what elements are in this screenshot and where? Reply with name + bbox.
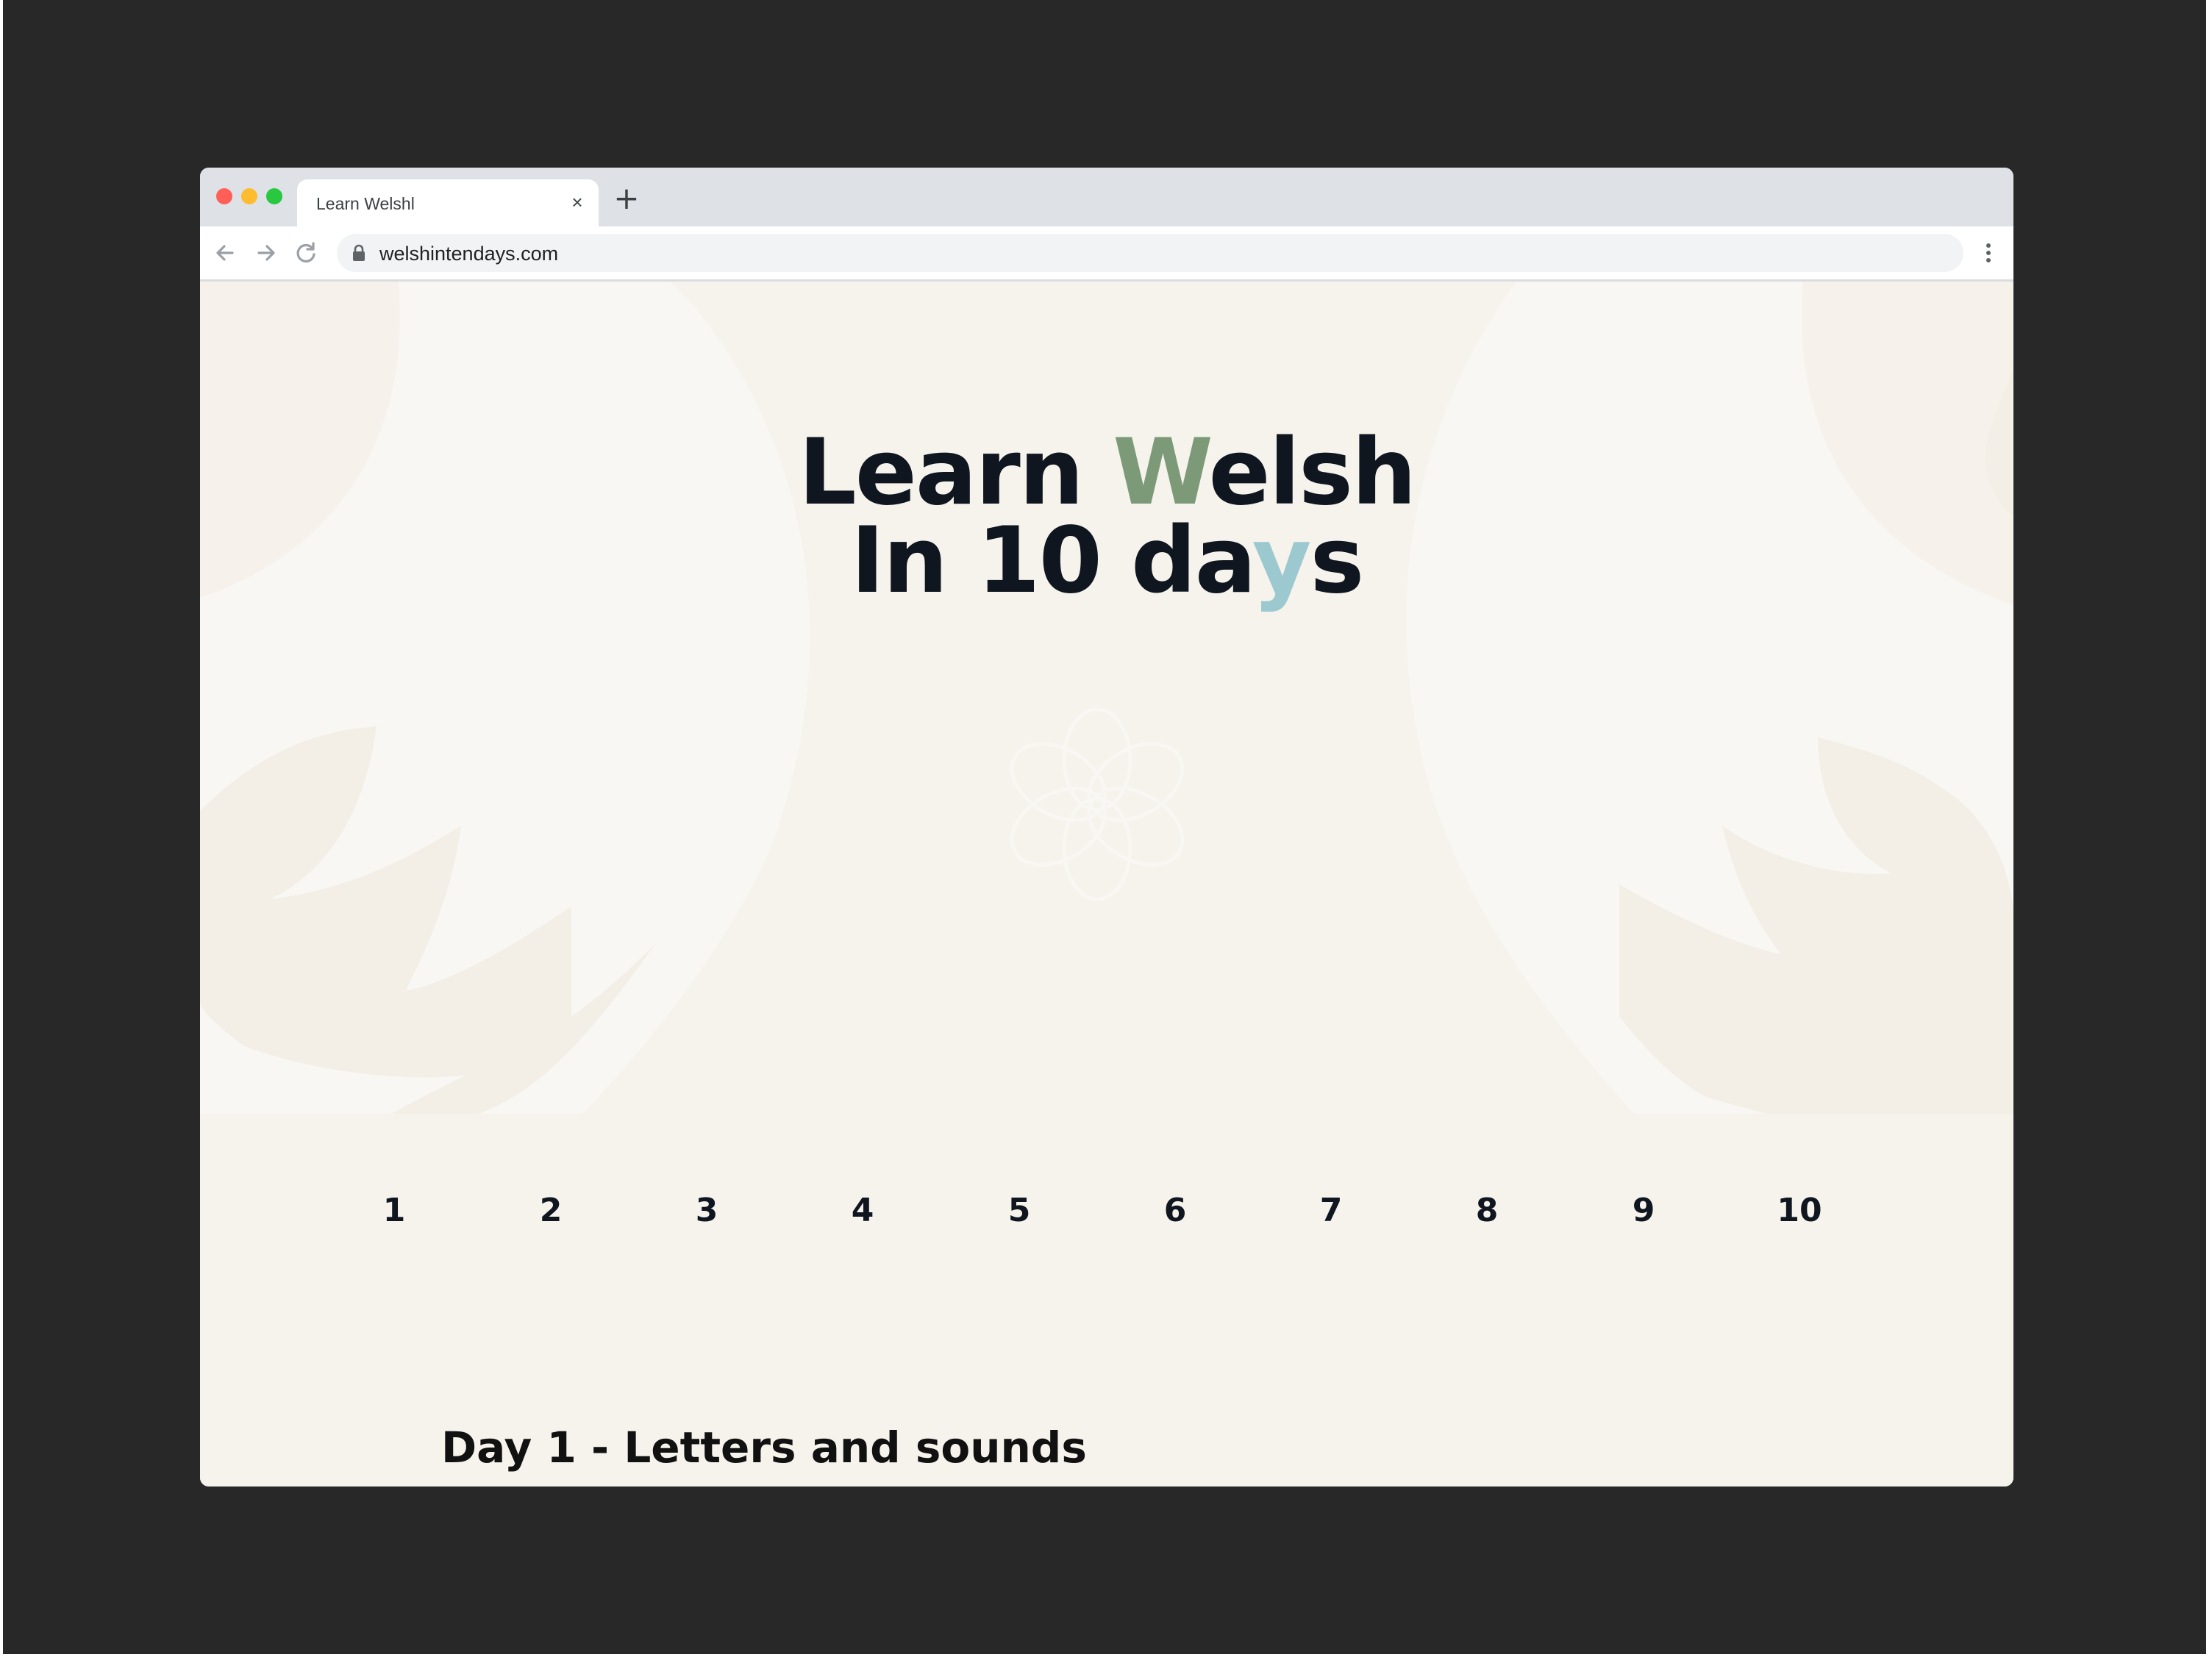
address-bar[interactable]: welshintendays.com bbox=[337, 234, 1963, 272]
tab-strip: Learn Welshl × + bbox=[200, 168, 2013, 226]
day-link-10[interactable]: 10 bbox=[1763, 1192, 1836, 1229]
day-navigation: 1 2 3 4 5 6 7 8 9 10 bbox=[200, 1192, 2013, 1251]
day-link-4[interactable]: 4 bbox=[826, 1192, 899, 1229]
back-arrow-icon[interactable] bbox=[210, 238, 240, 268]
day-link-5[interactable]: 5 bbox=[982, 1192, 1056, 1229]
lock-icon bbox=[352, 244, 366, 262]
new-tab-button[interactable]: + bbox=[612, 183, 641, 214]
flower-logo-icon bbox=[1010, 708, 1185, 901]
day-link-2[interactable]: 2 bbox=[514, 1192, 588, 1229]
day-link-6[interactable]: 6 bbox=[1138, 1192, 1212, 1229]
day-link-3[interactable]: 3 bbox=[670, 1192, 743, 1229]
day-link-7[interactable]: 7 bbox=[1294, 1192, 1368, 1229]
title-line-1: Learn Welsh bbox=[200, 427, 2013, 518]
address-url[interactable]: welshintendays.com bbox=[379, 243, 558, 265]
title-text: s bbox=[1310, 508, 1364, 614]
day-link-1[interactable]: 1 bbox=[357, 1192, 431, 1229]
day-link-9[interactable]: 9 bbox=[1607, 1192, 1680, 1229]
tab-title: Learn Welshl bbox=[316, 194, 415, 213]
section-heading: Day 1 - Letters and sounds bbox=[441, 1423, 1087, 1473]
browser-toolbar: welshintendays.com bbox=[200, 226, 2013, 282]
browser-tab-active[interactable]: Learn Welshl × bbox=[297, 179, 599, 226]
minimize-window-button[interactable] bbox=[241, 188, 257, 204]
hero-section: Learn Welsh In 10 days bbox=[200, 282, 2013, 1114]
page-content: Learn Welsh In 10 days 1 2 3 4 5 6 7 8 9… bbox=[200, 282, 2013, 1487]
title-text: In 10 da bbox=[850, 508, 1254, 614]
reload-icon[interactable] bbox=[291, 238, 321, 268]
more-vertical-icon[interactable] bbox=[1974, 238, 2003, 268]
maximize-window-button[interactable] bbox=[266, 188, 282, 204]
dragon-wing-background bbox=[200, 282, 2013, 1114]
day-link-8[interactable]: 8 bbox=[1450, 1192, 1524, 1229]
title-line-2: In 10 days bbox=[200, 515, 2013, 607]
close-window-button[interactable] bbox=[216, 188, 232, 204]
page-title: Learn Welsh In 10 days bbox=[200, 427, 2013, 607]
tab-close-icon[interactable]: × bbox=[566, 191, 588, 213]
browser-window: Learn Welshl × + welshintendays.com Lear… bbox=[200, 168, 2013, 1487]
title-accent-y: y bbox=[1252, 508, 1312, 614]
forward-arrow-icon[interactable] bbox=[251, 238, 281, 268]
